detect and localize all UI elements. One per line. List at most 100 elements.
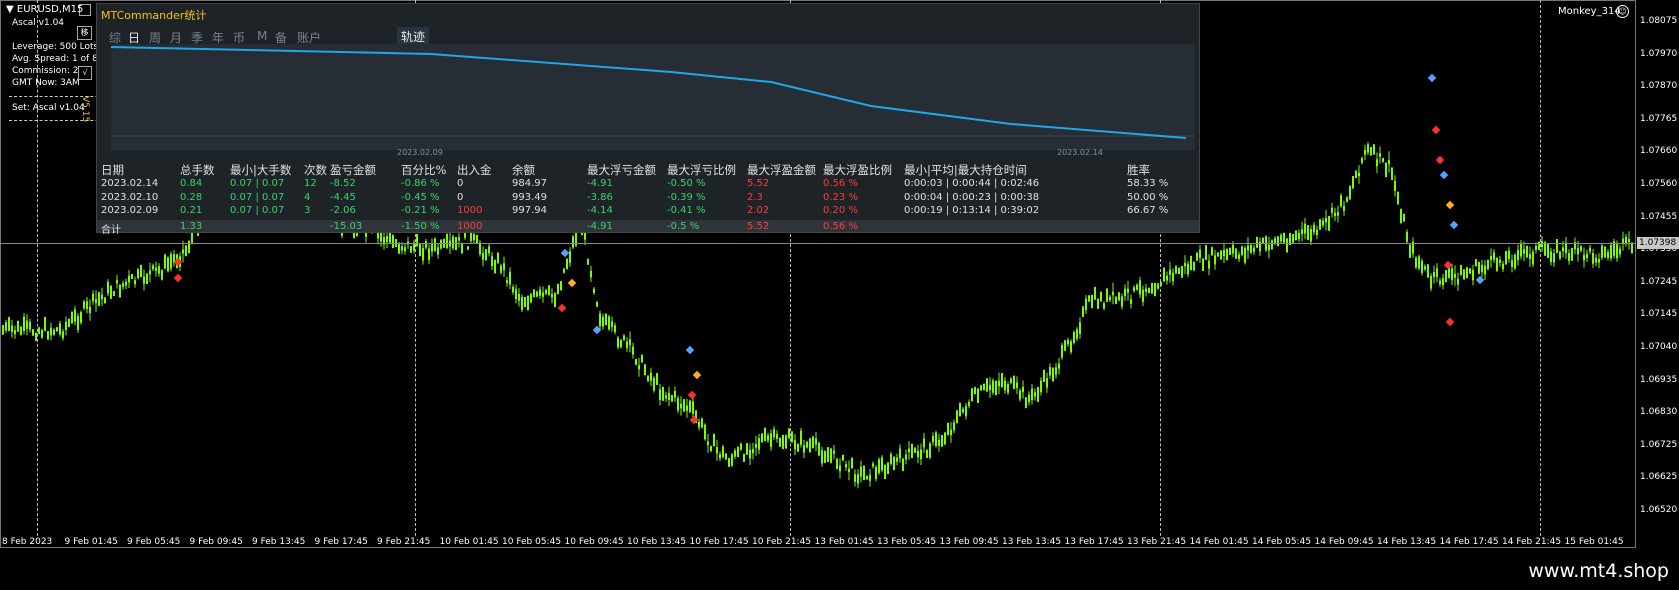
candle-body [674,391,676,398]
candle-body [800,430,802,445]
candle-body [677,398,679,411]
candle-body [1247,245,1249,251]
candle-body [1166,275,1168,281]
candle-body [1358,172,1360,177]
candle-body [8,317,10,331]
table-cell: 0:00:03 | 0:00:44 | 0:02:46 [904,178,1040,189]
candle-body [644,364,646,376]
table-cell: 0.84 [180,178,203,189]
info-gmt: GMT Now: 3AM [12,78,80,88]
candle-body [1271,240,1273,250]
candle-body [1280,235,1282,242]
candle-body [596,301,598,307]
table-header: 最大浮盈金额 [747,163,816,177]
table-cell: -0.86 % [401,178,440,189]
candle-body [497,252,499,264]
candle-body [812,436,814,449]
candle-body [1424,266,1426,270]
candle-body [1076,329,1078,339]
candle-body [1355,170,1357,179]
candle-body [1604,246,1606,258]
candle-body [170,254,172,269]
candle-body [1469,268,1471,274]
candle-body [71,311,73,324]
candle-body [1619,248,1621,255]
candle-body [380,232,382,242]
candle-body [1553,253,1555,263]
candle-body [1175,266,1177,274]
candle-body [44,317,46,332]
candle-body [1061,344,1063,358]
candle-body [1268,244,1270,251]
candle-body [770,433,772,448]
table-cell: 0:00:04 | 0:00:23 | 0:00:38 [904,191,1040,203]
candle-body [77,315,79,331]
table-cell: 0.21 [180,205,203,216]
time-axis-label: 9 Feb 21:45 [377,537,431,547]
candle-body [185,245,187,257]
candle-body [947,422,949,436]
candle-body [806,441,808,448]
candle-body [425,241,427,248]
candle-body [50,327,52,336]
trade-marker [687,390,697,400]
candle-body [1049,366,1051,376]
candle-body [416,234,418,247]
candle-body [830,448,832,463]
tab-m[interactable]: M [257,29,267,43]
candle-body [710,446,712,452]
candle-body [989,384,991,391]
candle-body [1547,243,1549,259]
candle-body [1559,251,1561,259]
confirm-button[interactable]: √ [78,66,92,80]
candle-body [689,400,691,413]
candle-body [1505,250,1507,265]
move-button[interactable]: 移 [77,26,92,40]
candle-body [536,291,538,297]
candle-body [503,263,505,271]
candle-body [716,446,718,454]
candle-body [1454,273,1456,278]
total-cell: 0.56 % [823,221,858,232]
candle-body [797,443,799,452]
candle-body [1610,245,1612,259]
candle-body [1073,332,1075,343]
candle-body [1139,280,1141,295]
info-spread: Avg. Spread: 1 of 8, [12,54,101,64]
candle-body [530,293,532,303]
candle-body [1595,257,1597,263]
candle-body [1535,245,1537,250]
table-cell: 0.07 | 0.07 [230,178,285,189]
watermark-text: www.mt4.shop [1528,560,1669,582]
table-cell: 4 [304,191,311,203]
candle-body [149,270,151,275]
candle-body [1562,247,1564,252]
candle-body [851,457,853,469]
candle-body [1340,195,1342,206]
candle-body [1541,241,1543,247]
candle-body [869,474,871,481]
candle-body [791,431,793,443]
candle-body [1388,160,1390,164]
candle-body [1601,245,1603,258]
candle-body [1427,264,1429,278]
candle-body [1511,260,1513,267]
candle-body [1556,239,1558,254]
candle-body [1307,225,1309,240]
candle-body [839,465,841,472]
current-price-line [0,243,1636,244]
candle-body [1385,162,1387,178]
candle-body [1472,269,1474,281]
candle-body [1277,236,1279,247]
candle-body [776,434,778,439]
candle-body [1085,298,1087,311]
price-axis-label: 1.06935 [1640,374,1678,385]
candle-body [1220,250,1222,260]
candle-body [431,243,433,252]
candle-body [1100,291,1102,302]
total-cell: 5.52 [747,221,770,232]
candle-body [680,403,682,409]
candle-body [419,244,421,257]
table-cell: 0:00:19 | 0:13:14 | 0:39:02 [904,205,1040,216]
candle-body [863,465,865,481]
